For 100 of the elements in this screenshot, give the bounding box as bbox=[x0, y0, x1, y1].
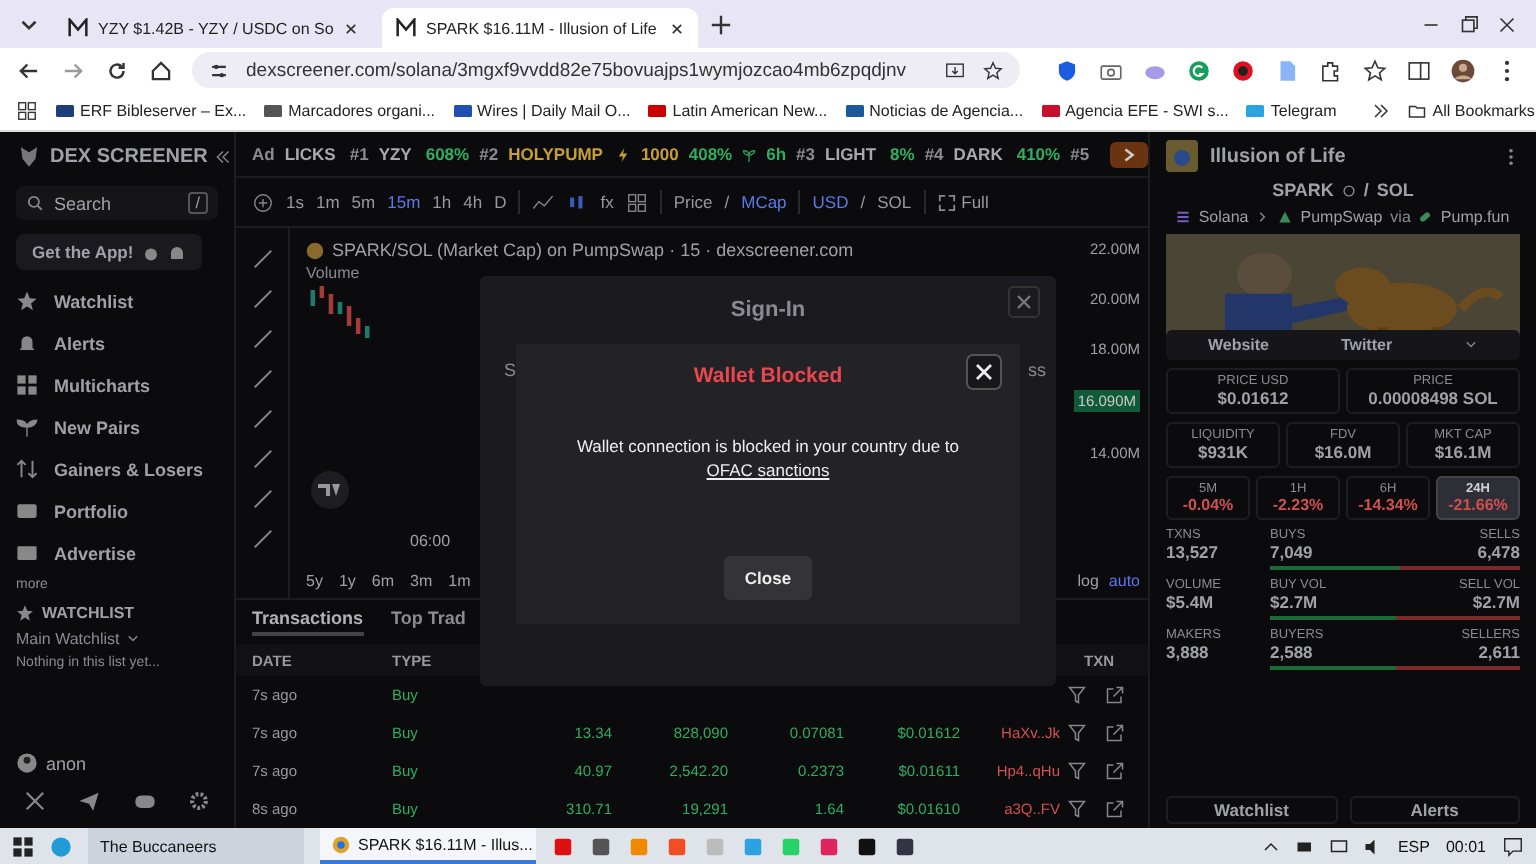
filter-icon[interactable] bbox=[1068, 724, 1086, 742]
drawing-tool-icon[interactable] bbox=[251, 288, 273, 310]
search-field[interactable]: Search / bbox=[16, 186, 218, 220]
nav-item[interactable]: Watchlist bbox=[16, 284, 218, 318]
layout-icon[interactable] bbox=[625, 191, 648, 213]
panel-tab[interactable]: Transactions bbox=[252, 608, 364, 636]
auto-toggle[interactable]: auto bbox=[1108, 572, 1140, 590]
indicators-button[interactable]: fx bbox=[600, 192, 614, 212]
drawing-tool-icon[interactable] bbox=[251, 408, 273, 430]
clock[interactable]: 00:01 bbox=[1445, 837, 1486, 855]
bookmark[interactable]: Latin American New... bbox=[648, 102, 828, 120]
panel-tab[interactable]: Top Trad bbox=[391, 608, 466, 636]
filter-icon[interactable] bbox=[1068, 800, 1086, 818]
drawing-tool-icon[interactable] bbox=[251, 328, 273, 350]
collapse-icon[interactable] bbox=[215, 150, 230, 164]
all-bookmarks[interactable]: All Bookmarks bbox=[1408, 102, 1535, 120]
range-button[interactable]: 6m bbox=[371, 572, 395, 590]
trending-token[interactable]: DARK bbox=[953, 144, 1003, 164]
drawing-tool-icon[interactable] bbox=[251, 488, 273, 510]
browser-tab[interactable]: YZY $1.42B - YZY / USDC on So bbox=[54, 8, 370, 48]
bookmark[interactable]: Wires | Daily Mail O... bbox=[453, 102, 631, 120]
external-link-icon[interactable] bbox=[1106, 724, 1124, 742]
close-icon[interactable] bbox=[670, 21, 684, 35]
network-icon[interactable] bbox=[1329, 837, 1348, 855]
logo[interactable]: DEX SCREENER bbox=[50, 146, 208, 168]
interval-tab[interactable]: 1h bbox=[432, 192, 452, 212]
battery-icon[interactable] bbox=[1295, 837, 1314, 855]
fire-button[interactable] bbox=[1109, 141, 1148, 167]
launchpad-link[interactable]: Pump.fun bbox=[1440, 208, 1510, 226]
puzzle-icon[interactable] bbox=[1318, 57, 1344, 83]
bookmark[interactable]: Marcadores organi... bbox=[264, 102, 436, 120]
interval-tab[interactable]: 1m bbox=[315, 192, 340, 212]
taskbar-app-icon[interactable] bbox=[894, 835, 916, 857]
nav-item[interactable]: Gainers & Losers bbox=[16, 452, 218, 486]
fullscreen-button[interactable]: Full bbox=[937, 192, 989, 212]
trending-token[interactable]: YZY bbox=[378, 144, 412, 164]
apps-icon[interactable] bbox=[16, 100, 38, 122]
interval-tab[interactable]: 1s bbox=[286, 192, 304, 212]
taskbar-app-icon[interactable] bbox=[856, 835, 878, 857]
get-app-button[interactable]: Get the App! bbox=[16, 234, 202, 270]
caret-icon[interactable] bbox=[125, 632, 140, 646]
social-link[interactable]: Twitter bbox=[1340, 336, 1393, 354]
display-toggle[interactable]: Price bbox=[673, 192, 713, 212]
language-indicator[interactable]: ESP bbox=[1397, 837, 1430, 855]
start-icon[interactable] bbox=[12, 835, 34, 857]
filter-icon[interactable] bbox=[1068, 686, 1086, 704]
interval-tab[interactable]: 15m bbox=[387, 192, 421, 212]
add-icon[interactable] bbox=[252, 191, 274, 213]
range-button[interactable]: 1m bbox=[448, 572, 471, 590]
dex-link[interactable]: PumpSwap bbox=[1300, 208, 1383, 226]
range-button[interactable]: 3m bbox=[410, 572, 433, 590]
currency-toggle[interactable]: USD bbox=[812, 192, 849, 212]
external-link-icon[interactable] bbox=[1106, 762, 1124, 780]
external-link-icon[interactable] bbox=[1106, 800, 1124, 818]
reload-icon[interactable] bbox=[104, 57, 130, 83]
range-button[interactable]: 5y bbox=[306, 572, 323, 590]
trending-token[interactable]: LICKS bbox=[284, 144, 336, 164]
taskbar-app[interactable]: The Buccaneers bbox=[88, 828, 304, 864]
browser-tab[interactable]: SPARK $16.11M - Illusion of Life bbox=[382, 8, 698, 48]
taskbar-app[interactable]: SPARK $16.11M - Illus... bbox=[320, 828, 536, 864]
panel-button[interactable]: Alerts bbox=[1349, 796, 1520, 824]
close-icon[interactable] bbox=[966, 354, 1002, 390]
display-toggle[interactable]: MCap bbox=[741, 192, 787, 212]
bookmark-star-icon[interactable] bbox=[1362, 57, 1388, 83]
bookmark[interactable]: Noticias de Agencia... bbox=[845, 102, 1024, 120]
interval-tab[interactable]: 5m bbox=[351, 192, 376, 212]
panel-button[interactable]: Watchlist bbox=[1166, 796, 1337, 824]
log-toggle[interactable]: log bbox=[1077, 572, 1099, 590]
line-chart-icon[interactable] bbox=[532, 191, 555, 213]
nav-item[interactable]: New Pairs bbox=[16, 410, 218, 444]
paper-plane-icon[interactable] bbox=[78, 790, 101, 812]
nav-item[interactable]: Multicharts bbox=[16, 368, 218, 402]
filter-icon[interactable] bbox=[1068, 762, 1086, 780]
chain-link[interactable]: Solana bbox=[1198, 208, 1249, 226]
close-icon[interactable] bbox=[343, 21, 358, 35]
currency-toggle[interactable]: SOL bbox=[877, 192, 912, 212]
drawing-tool-icon[interactable] bbox=[251, 528, 273, 550]
nav-item[interactable]: Alerts bbox=[16, 326, 218, 360]
social-link[interactable]: Website bbox=[1207, 336, 1269, 354]
side-panel-icon[interactable] bbox=[1406, 57, 1432, 83]
new-tab-icon[interactable] bbox=[710, 13, 732, 35]
user-menu[interactable]: anon bbox=[16, 752, 218, 774]
drawing-tool-icon[interactable] bbox=[251, 248, 273, 270]
external-link-icon[interactable] bbox=[1106, 686, 1124, 704]
bookmark[interactable]: ERF Bibleserver – Ex... bbox=[56, 102, 247, 120]
x-icon[interactable] bbox=[24, 790, 46, 812]
nav-item[interactable]: Portfolio bbox=[16, 494, 218, 528]
trending-token[interactable]: LIGHT bbox=[825, 144, 877, 164]
nav-item[interactable]: Advertise bbox=[16, 536, 218, 570]
trending-token[interactable]: HOLYPUMP bbox=[508, 144, 603, 164]
interval-tab[interactable]: 4h bbox=[463, 192, 483, 212]
restore-icon[interactable] bbox=[1456, 11, 1482, 37]
interval-tab[interactable]: D bbox=[494, 192, 507, 212]
chevron-icon[interactable] bbox=[1372, 102, 1391, 120]
close-dialog-button[interactable]: Close bbox=[724, 556, 812, 600]
caret-icon[interactable] bbox=[1464, 338, 1479, 352]
home-icon[interactable] bbox=[148, 57, 174, 83]
drawing-tool-icon[interactable] bbox=[251, 368, 273, 390]
address-bar[interactable]: dexscreener.com/solana/3mgxf9vvdd82e75bovuajps1wymjozcao4mb6zpqdjnv bbox=[192, 52, 1020, 88]
bookmark[interactable]: Telegram bbox=[1246, 102, 1337, 120]
